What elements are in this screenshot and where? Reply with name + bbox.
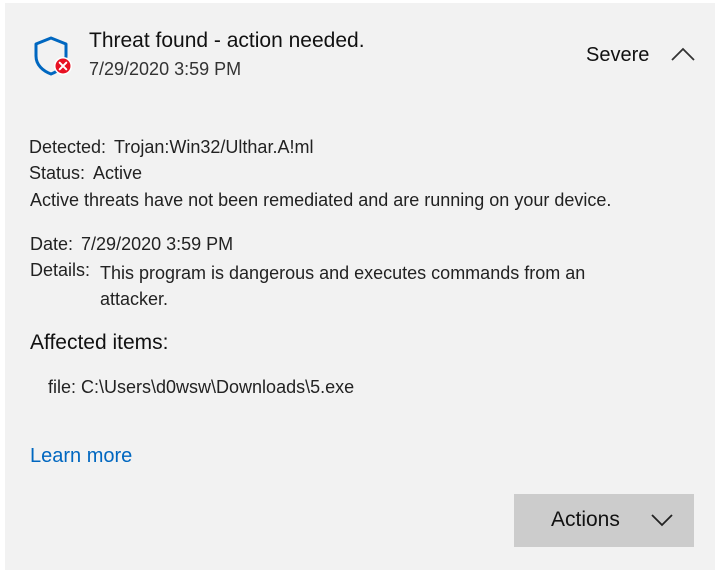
affected-items-heading: Affected items:	[30, 331, 169, 354]
chevron-up-icon	[671, 47, 695, 61]
detected-value: Trojan:Win32/Ulthar.A!ml	[114, 137, 314, 157]
details-value: This program is dangerous and executes c…	[100, 263, 586, 309]
status-row: Status: Active	[29, 163, 142, 184]
collapse-button[interactable]	[666, 43, 700, 67]
threat-timestamp: 7/29/2020 3:59 PM	[89, 59, 242, 79]
status-label: Status:	[29, 163, 86, 183]
actions-label: Actions	[551, 508, 620, 531]
details-label: Details:	[30, 260, 91, 280]
threat-card: Threat found - action needed. 7/29/2020 …	[5, 3, 715, 570]
learn-more-link[interactable]: Learn more	[30, 445, 132, 468]
date-label: Date:	[30, 234, 74, 254]
actions-button[interactable]: Actions	[514, 494, 694, 547]
detected-row: Detected: Trojan:Win32/Ulthar.A!ml	[29, 137, 313, 158]
detected-label: Detected:	[29, 137, 107, 157]
status-note: Active threats have not been remediated …	[30, 190, 612, 210]
chevron-down-icon	[651, 514, 673, 527]
status-value: Active	[93, 163, 143, 183]
date-row: Date: 7/29/2020 3:59 PM	[30, 234, 233, 255]
severity-label: Severe	[586, 44, 650, 66]
affected-item: file: C:\Users\d0wsw\Downloads\5.exe	[48, 377, 355, 397]
shield-error-icon	[34, 36, 72, 76]
date-value: 7/29/2020 3:59 PM	[81, 234, 234, 254]
threat-title: Threat found - action needed.	[89, 29, 365, 52]
